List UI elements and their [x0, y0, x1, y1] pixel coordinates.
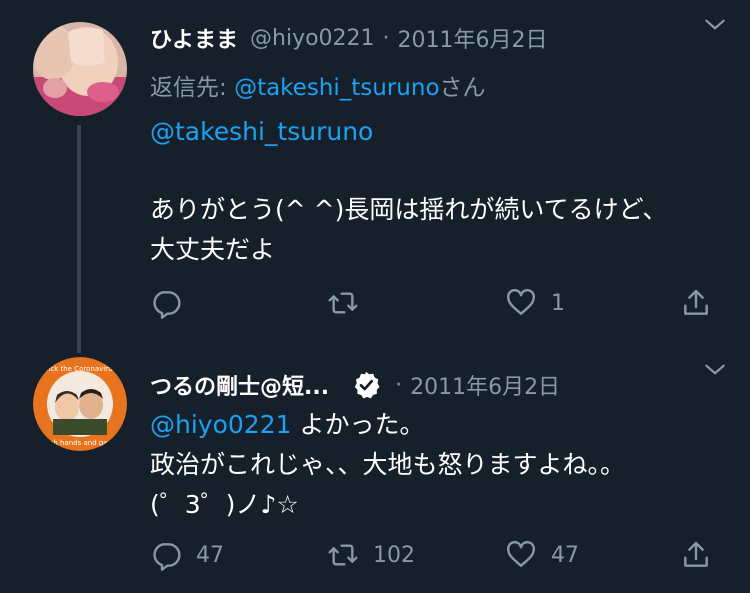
- tweet-text-line: 政治がこれじゃ、、大地も怒りますよね。。: [150, 450, 626, 479]
- tweet-text: @hiyo0221 よかった。 政治がこれじゃ、、大地も怒りますよね。。 (゜3…: [150, 405, 720, 525]
- tweet-header: つるの剛士@短... · 2011年6月2日: [150, 365, 730, 405]
- tweet-actions: 1: [150, 283, 730, 323]
- heart-icon: [507, 288, 535, 315]
- retweet-button[interactable]: [327, 283, 373, 323]
- tweet-header: ひよまま @hiyo0221 · 2011年6月2日: [150, 18, 730, 58]
- tweet-actions: 47 102 47: [150, 535, 730, 575]
- like-button[interactable]: 47: [505, 535, 579, 575]
- tweet-date[interactable]: 2011年6月2日: [398, 22, 548, 54]
- reply-prefix: 返信先:: [150, 75, 235, 101]
- tweet-text-line: よかった。: [291, 410, 425, 439]
- mention-link[interactable]: @hiyo0221: [150, 410, 292, 439]
- tweet-text-line: 大丈夫だよ: [150, 235, 276, 264]
- verified-badge-icon: [351, 370, 381, 400]
- reply-icon: [153, 543, 181, 571]
- retweet-icon: [328, 292, 358, 314]
- tweet-text-line: (゜3゜)ノ♪☆: [150, 490, 299, 519]
- mention-link[interactable]: @takeshi_tsuruno: [150, 117, 373, 146]
- chevron-down-icon[interactable]: [702, 357, 728, 383]
- thread-connector-line: [77, 125, 81, 353]
- retweet-icon: [328, 544, 358, 566]
- chevron-down-icon[interactable]: [702, 12, 728, 38]
- reply-count: 47: [196, 542, 224, 568]
- tweet-text: ありがとう(^ ^)長岡は揺れが続いてるけど、 大丈夫だよ: [150, 190, 720, 270]
- reply-button[interactable]: 47: [150, 535, 224, 575]
- svg-text:Wash hands and gargle: Wash hands and gargle: [39, 439, 121, 447]
- like-count: 47: [551, 542, 579, 568]
- reply-button[interactable]: [150, 283, 196, 323]
- svg-text:Kick the Coronavirus: Kick the Coronavirus: [44, 365, 117, 373]
- retweet-button[interactable]: 102: [327, 535, 415, 575]
- tweet-date[interactable]: 2011年6月2日: [410, 369, 560, 401]
- share-icon: [684, 289, 708, 315]
- like-button[interactable]: 1: [505, 283, 565, 323]
- header-separator: ·: [395, 372, 403, 398]
- display-name[interactable]: つるの剛士@短...: [150, 369, 329, 401]
- tweet-tsuruno[interactable]: Kick the Coronavirus Wash hands and garg…: [0, 345, 750, 593]
- like-count: 1: [551, 290, 565, 316]
- heart-icon: [507, 540, 535, 567]
- tweet-text-line: ありがとう(^ ^)長岡は揺れが続いてるけど、: [150, 195, 668, 224]
- reply-suffix: さん: [439, 75, 486, 101]
- reply-thread: ひよまま @hiyo0221 · 2011年6月2日 返信先: @takeshi…: [0, 0, 750, 593]
- header-separator: ·: [382, 25, 390, 51]
- share-button[interactable]: [680, 535, 712, 575]
- display-name[interactable]: ひよまま: [150, 22, 238, 54]
- replying-to: 返信先: @takeshi_tsurunoさん: [150, 68, 486, 102]
- avatar-tsuruno[interactable]: Kick the Coronavirus Wash hands and garg…: [33, 357, 127, 451]
- user-handle[interactable]: @hiyo0221: [250, 26, 375, 51]
- retweet-count: 102: [373, 542, 415, 568]
- tweet-body-mention: @takeshi_tsuruno: [150, 112, 720, 152]
- share-button[interactable]: [680, 283, 712, 323]
- reply-to-link[interactable]: @takeshi_tsuruno: [234, 75, 439, 101]
- reply-icon: [153, 291, 181, 319]
- avatar-hiyomama[interactable]: [33, 22, 127, 116]
- share-icon: [684, 541, 708, 567]
- tweet-hiyomama[interactable]: ひよまま @hiyo0221 · 2011年6月2日 返信先: @takeshi…: [0, 0, 750, 353]
